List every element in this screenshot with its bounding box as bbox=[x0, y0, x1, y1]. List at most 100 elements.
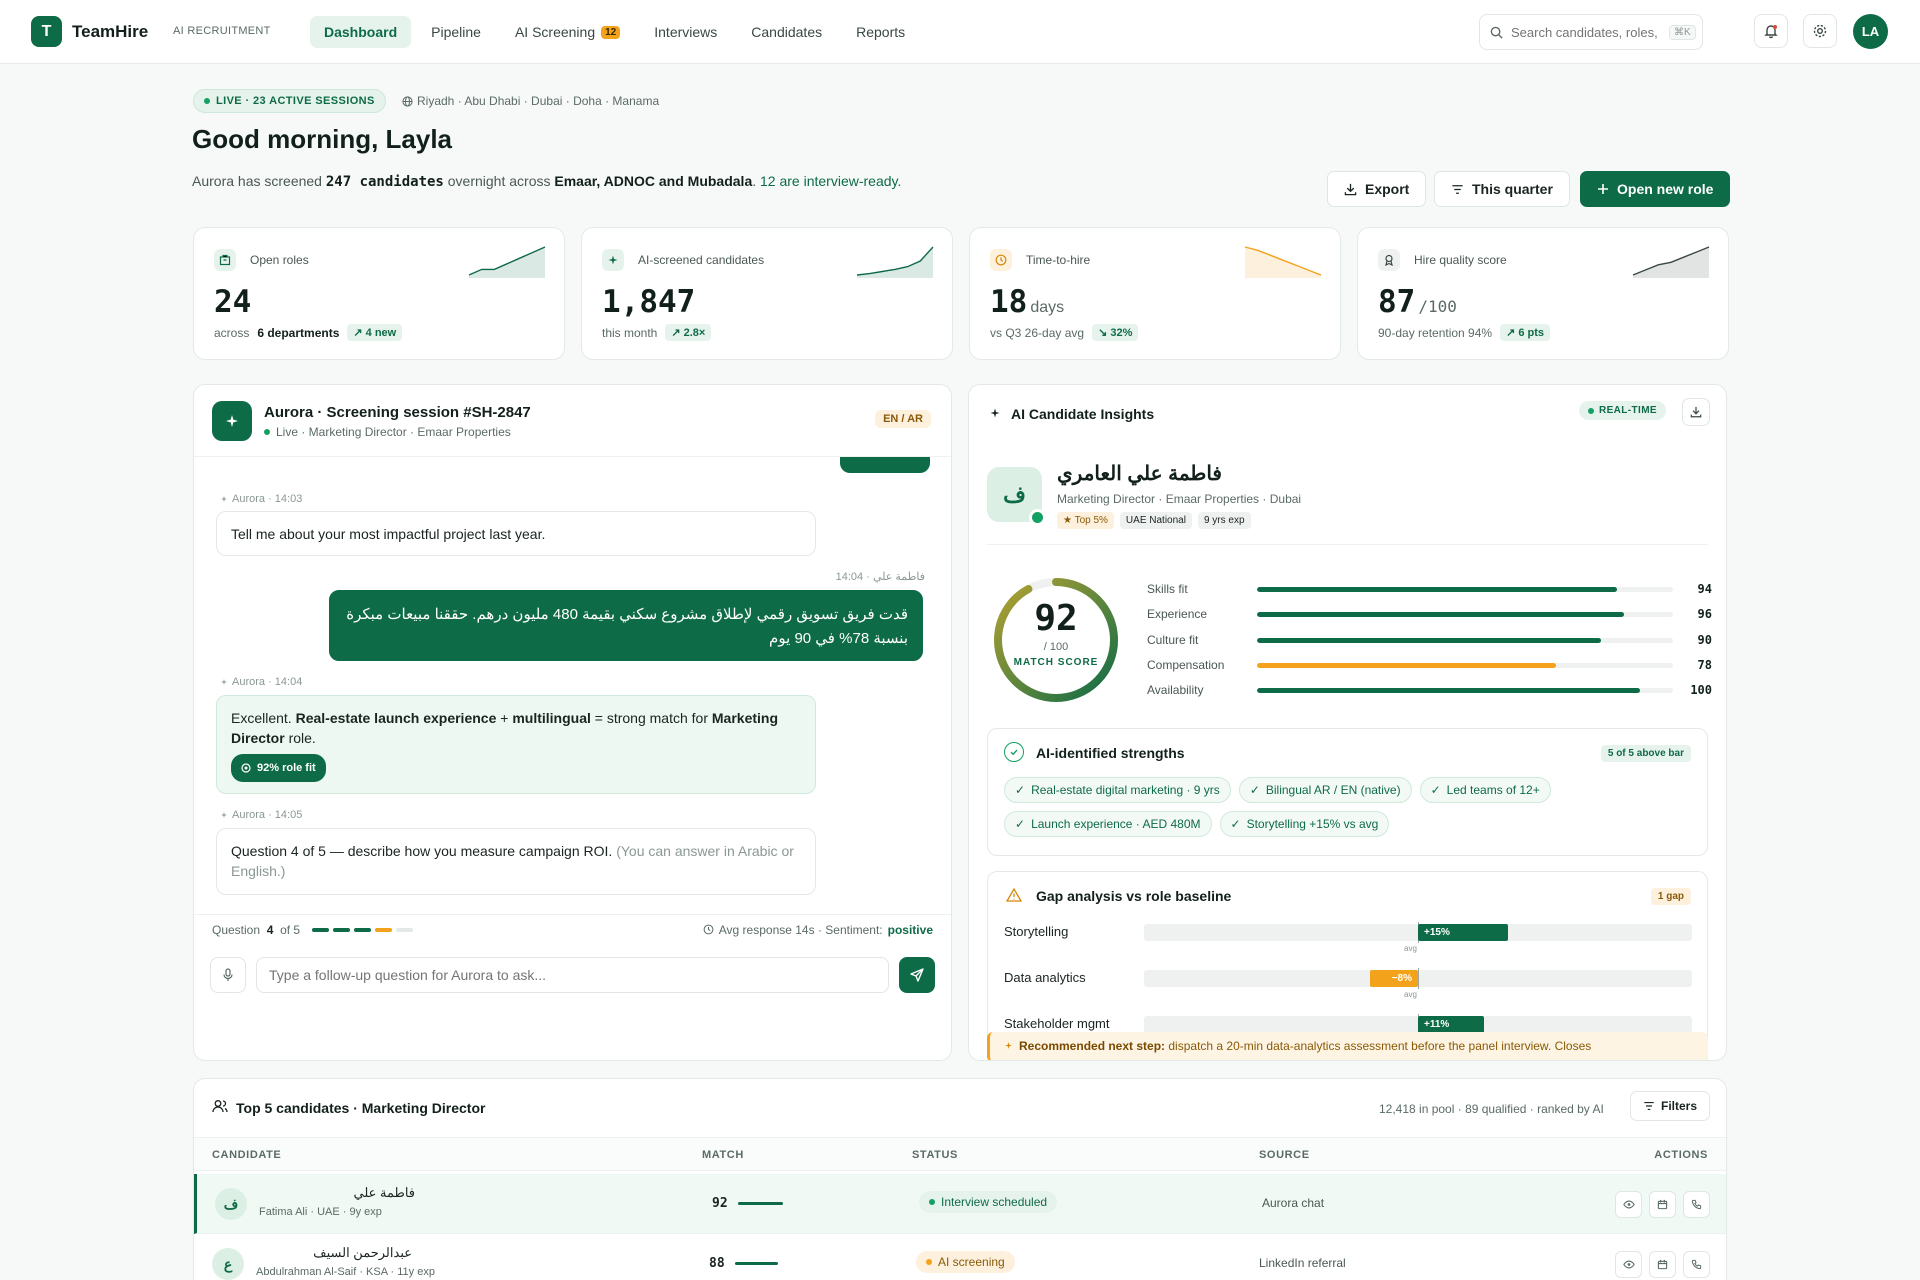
open-new-role-button[interactable]: Open new role bbox=[1580, 171, 1731, 207]
search-input[interactable] bbox=[1511, 24, 1661, 40]
check-icon: ✓ bbox=[1249, 783, 1260, 797]
download-insights-button[interactable] bbox=[1682, 398, 1710, 426]
chat-composer bbox=[210, 957, 935, 993]
kpi-number: 1,847 bbox=[602, 284, 696, 320]
nav-interviews[interactable]: Interviews bbox=[640, 16, 731, 48]
check-icon: ✓ bbox=[1430, 783, 1441, 797]
recommended-next-step[interactable]: Recommended next step: dispatch a 20-min… bbox=[987, 1032, 1708, 1060]
schedule-button[interactable] bbox=[1649, 1191, 1676, 1218]
sparkle-icon bbox=[220, 678, 228, 686]
top-candidates-table: Top 5 candidates · Marketing Director 12… bbox=[193, 1078, 1727, 1280]
text-run: Real-estate launch experience bbox=[295, 710, 497, 726]
row-source: LinkedIn referral bbox=[1259, 1256, 1346, 1270]
previous-message-bubble bbox=[840, 457, 930, 473]
nav-ai-screening[interactable]: AI Screening 12 bbox=[501, 16, 634, 48]
nav-count-badge: 12 bbox=[601, 25, 621, 39]
view-button[interactable] bbox=[1615, 1251, 1642, 1278]
notifications-button[interactable] bbox=[1754, 14, 1788, 48]
candidate-tags: ★ Top 5% UAE National 9 yrs exp bbox=[1057, 512, 1251, 529]
kpi-open-roles[interactable]: Open roles 24 across 6 departments ↗ 4 new bbox=[193, 227, 565, 360]
nav-pipeline[interactable]: Pipeline bbox=[417, 16, 495, 48]
strengths-title: AI-identified strengths bbox=[1036, 745, 1185, 761]
fit-fill bbox=[1257, 662, 1556, 668]
settings-button[interactable] bbox=[1803, 14, 1837, 48]
column-candidate[interactable]: CANDIDATE bbox=[212, 1149, 281, 1161]
screening-session-panel: Aurora · Screening session #SH-2847 Live… bbox=[193, 384, 952, 1061]
nav-reports[interactable]: Reports bbox=[842, 16, 919, 48]
app-tagline: AI RECRUITMENT bbox=[173, 25, 271, 37]
view-button[interactable] bbox=[1615, 1191, 1642, 1218]
column-match[interactable]: MATCH bbox=[702, 1149, 744, 1161]
schedule-button[interactable] bbox=[1649, 1251, 1676, 1278]
filters-button[interactable]: Filters bbox=[1629, 1091, 1710, 1121]
period-select[interactable]: This quarter bbox=[1434, 171, 1570, 207]
message-meta-text: Aurora · 14:05 bbox=[232, 809, 303, 821]
strength-text: Storytelling +15% vs avg bbox=[1246, 817, 1379, 831]
role-fit-chip: 92% role fit bbox=[231, 754, 326, 782]
text-run: + bbox=[496, 710, 513, 726]
table-row[interactable]: ف فاطمة علي Fatima Ali · UAE · 9y exp 92… bbox=[194, 1174, 1726, 1234]
nav-candidates[interactable]: Candidates bbox=[737, 16, 836, 48]
column-status[interactable]: STATUS bbox=[912, 1149, 958, 1161]
microphone-icon bbox=[222, 968, 234, 982]
message-meta-text: Aurora · 14:04 bbox=[232, 676, 303, 688]
export-button[interactable]: Export bbox=[1327, 171, 1427, 207]
follow-up-question-input[interactable] bbox=[256, 957, 889, 993]
nav-dashboard[interactable]: Dashboard bbox=[310, 16, 412, 48]
chat-header: Aurora · Screening session #SH-2847 Live… bbox=[194, 385, 951, 457]
gap-name: Storytelling bbox=[1004, 924, 1069, 939]
aurora-sparkle-icon bbox=[212, 401, 252, 441]
microphone-button[interactable] bbox=[210, 957, 246, 993]
nav-label: Pipeline bbox=[431, 24, 481, 40]
fit-name: Skills fit bbox=[1147, 582, 1188, 596]
kpi-time-to-hire[interactable]: Time-to-hire 18 days vs Q3 26-day avg ↘ 32… bbox=[969, 227, 1341, 360]
kpi-label: AI-screened candidates bbox=[638, 253, 765, 267]
check-icon: ✓ bbox=[1015, 817, 1026, 831]
call-button[interactable] bbox=[1683, 1251, 1710, 1278]
row-name-arabic: عبدالرحمن السيف bbox=[313, 1245, 412, 1260]
strength-chip: ✓ Real-estate digital marketing · 9 yrs bbox=[1004, 777, 1231, 803]
kpi-foot-text: across bbox=[214, 325, 250, 340]
check-icon: ✓ bbox=[1015, 783, 1026, 797]
kpi-footer: vs Q3 26-day avg ↘ 32% bbox=[990, 324, 1139, 341]
row-avatar: ف bbox=[215, 1188, 247, 1220]
chat-title: Aurora · Screening session #SH-2847 bbox=[264, 404, 531, 421]
kpi-trend-sparkline bbox=[468, 246, 546, 278]
cities-line: Riyadh · Abu Dhabi · Dubai · Doha · Mana… bbox=[402, 94, 659, 108]
row-actions bbox=[1615, 1251, 1710, 1278]
plus-icon bbox=[1597, 183, 1609, 195]
status-dot bbox=[929, 1199, 935, 1205]
strength-chip: ✓ Led teams of 12+ bbox=[1419, 777, 1551, 803]
row-match-value: 88 bbox=[709, 1256, 725, 1271]
progress-step bbox=[396, 927, 414, 932]
kpi-number: 87 bbox=[1378, 284, 1416, 320]
strength-text: Real-estate digital marketing · 9 yrs bbox=[1031, 783, 1220, 797]
live-label: LIVE · 23 ACTIVE SESSIONS bbox=[216, 95, 375, 107]
kpi-delta: ↘ 32% bbox=[1092, 324, 1139, 341]
online-status-dot bbox=[1029, 509, 1046, 526]
filter-icon bbox=[1643, 1100, 1655, 1112]
sparkle-icon bbox=[989, 407, 1001, 419]
sparkle-icon bbox=[1004, 1041, 1013, 1050]
user-avatar[interactable]: LA bbox=[1853, 14, 1888, 49]
summary-ready[interactable]: 12 are interview-ready. bbox=[760, 173, 901, 189]
kpi-hire-quality[interactable]: Hire quality score 87/100 90-day retenti… bbox=[1357, 227, 1729, 360]
kpi-delta: ↗ 4 new bbox=[347, 324, 403, 341]
question-label: Question bbox=[212, 922, 261, 937]
language-toggle[interactable]: EN / AR bbox=[875, 410, 931, 428]
send-button[interactable] bbox=[899, 957, 935, 993]
eye-icon bbox=[1622, 1200, 1635, 1209]
table-row[interactable]: ع عبدالرحمن السيف Abdulrahman Al-Saif · … bbox=[194, 1234, 1726, 1280]
global-search[interactable]: ⌘K bbox=[1479, 14, 1703, 50]
call-button[interactable] bbox=[1683, 1191, 1710, 1218]
fit-name: Availability bbox=[1147, 683, 1204, 697]
kpi-number: 18 bbox=[990, 284, 1028, 320]
session-progress-bar: Question 4 of 5 Avg response 14s · Senti… bbox=[194, 914, 951, 944]
kpi-ai-screened[interactable]: AI-screened candidates 1,847 this month ↗… bbox=[581, 227, 953, 360]
summary-companies: Emaar, ADNOC and Mubadala bbox=[554, 173, 753, 189]
strength-chip: ✓ Launch experience · AED 480M bbox=[1004, 811, 1212, 837]
brand[interactable]: T TeamHire bbox=[31, 16, 148, 47]
fit-value: 90 bbox=[1697, 633, 1712, 647]
column-source[interactable]: SOURCE bbox=[1259, 1149, 1310, 1161]
avg-response-text: Avg response 14s · Sentiment: bbox=[718, 922, 883, 937]
